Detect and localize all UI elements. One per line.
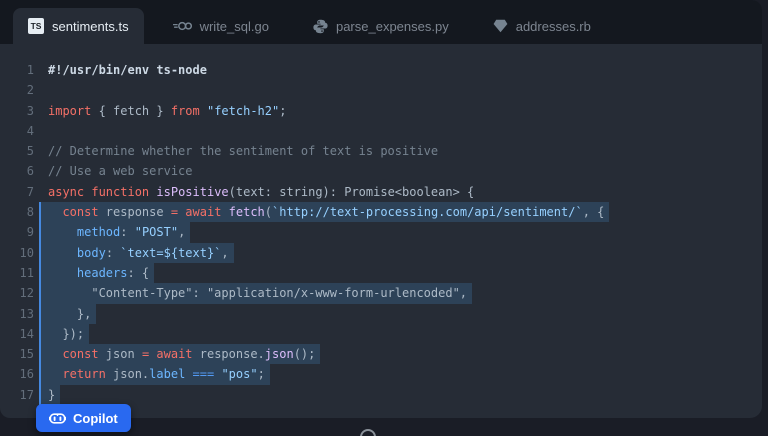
line-number: 4 bbox=[0, 121, 34, 141]
code-line: 1 #!/usr/bin/env ts-node bbox=[0, 60, 762, 80]
code-line: 16 return json.label === "pos"; bbox=[0, 364, 762, 384]
suggestion-highlight: } bbox=[39, 385, 60, 405]
code-line: 17} bbox=[0, 385, 762, 405]
tab-sentiments-ts[interactable]: TS sentiments.ts bbox=[13, 8, 144, 44]
typescript-icon: TS bbox=[28, 18, 44, 34]
copilot-suggested-code: }); bbox=[48, 324, 89, 344]
tab-bar: TS sentiments.ts write_sql.go parse_expense… bbox=[0, 0, 762, 44]
suggestion-highlight: }); bbox=[39, 324, 89, 344]
code-line: 11 headers: { bbox=[0, 263, 762, 283]
copilot-suggested-code: "Content-Type": "application/x-www-form-… bbox=[48, 283, 472, 303]
code-line: 6 // Use a web service bbox=[0, 161, 762, 181]
code-editor-window: TS sentiments.ts write_sql.go parse_expense… bbox=[0, 0, 762, 418]
tab-addresses-rb[interactable]: addresses.rb bbox=[478, 8, 606, 44]
code-text: import { fetch } from "fetch-h2"; bbox=[48, 101, 286, 121]
tab-label: parse_expenses.py bbox=[336, 19, 449, 34]
tab-label: sentiments.ts bbox=[52, 19, 129, 34]
line-number: 15 bbox=[0, 344, 34, 364]
line-number: 13 bbox=[0, 304, 34, 324]
code-line: 13 }, bbox=[0, 304, 762, 324]
code-editor[interactable]: 1 #!/usr/bin/env ts-node 23 import { fetch … bbox=[0, 44, 762, 405]
code-line: 9 method: "POST", bbox=[0, 222, 762, 242]
copilot-logo-partial bbox=[360, 429, 376, 436]
code-line: 8 const response = await fetch(`http://t… bbox=[0, 202, 762, 222]
tab-label: write_sql.go bbox=[200, 19, 269, 34]
copilot-suggested-code: } bbox=[48, 385, 60, 405]
tab-write-sql-go[interactable]: write_sql.go bbox=[158, 8, 284, 44]
copilot-suggested-code: method: "POST", bbox=[48, 222, 190, 242]
ruby-icon bbox=[493, 19, 508, 33]
line-number: 14 bbox=[0, 324, 34, 344]
tab-parse-expenses-py[interactable]: parse_expenses.py bbox=[298, 8, 464, 44]
copilot-suggested-code: }, bbox=[48, 304, 96, 324]
code-line: 12 "Content-Type": "application/x-www-fo… bbox=[0, 283, 762, 303]
copilot-icon bbox=[49, 411, 66, 426]
line-number: 9 bbox=[0, 222, 34, 242]
copilot-suggested-code: const json = await response.json(); bbox=[48, 344, 320, 364]
code-line: 5 // Determine whether the sentiment of t… bbox=[0, 141, 762, 161]
copilot-suggested-code: body: `text=${text}`, bbox=[48, 243, 234, 263]
line-number: 10 bbox=[0, 243, 34, 263]
line-number: 2 bbox=[0, 80, 34, 100]
code-line: 15 const json = await response.json(); bbox=[0, 344, 762, 364]
suggestion-highlight: return json.label === "pos"; bbox=[39, 364, 270, 384]
line-number: 8 bbox=[0, 202, 34, 222]
line-number: 17 bbox=[0, 385, 34, 405]
line-number: 6 bbox=[0, 161, 34, 181]
copilot-suggested-code: return json.label === "pos"; bbox=[48, 364, 270, 384]
code-text: // Determine whether the sentiment of te… bbox=[48, 141, 438, 161]
code-line: 14 }); bbox=[0, 324, 762, 344]
line-number: 16 bbox=[0, 364, 34, 384]
copilot-button-label: Copilot bbox=[73, 411, 118, 426]
suggestion-highlight: }, bbox=[39, 304, 96, 324]
suggestion-highlight: "Content-Type": "application/x-www-form-… bbox=[39, 283, 472, 303]
suggestion-highlight: const json = await response.json(); bbox=[39, 344, 320, 364]
line-number: 5 bbox=[0, 141, 34, 161]
code-text: #!/usr/bin/env ts-node bbox=[48, 60, 207, 80]
line-number: 11 bbox=[0, 263, 34, 283]
go-icon bbox=[173, 20, 192, 32]
copilot-suggested-code: const response = await fetch(`http://tex… bbox=[48, 202, 609, 222]
code-text: // Use a web service bbox=[48, 161, 193, 181]
line-number: 3 bbox=[0, 101, 34, 121]
python-icon bbox=[313, 19, 328, 34]
code-line: 4 bbox=[0, 121, 762, 141]
suggestion-highlight: body: `text=${text}`, bbox=[39, 243, 234, 263]
code-line: 2 bbox=[0, 80, 762, 100]
code-line: 10 body: `text=${text}`, bbox=[0, 243, 762, 263]
line-number: 7 bbox=[0, 182, 34, 202]
suggestion-highlight: method: "POST", bbox=[39, 222, 190, 242]
copilot-button[interactable]: Copilot bbox=[36, 404, 131, 432]
code-line: 3 import { fetch } from "fetch-h2"; bbox=[0, 101, 762, 121]
code-line: 7 async function isPositive(text: string)… bbox=[0, 182, 762, 202]
line-number: 12 bbox=[0, 283, 34, 303]
suggestion-highlight: const response = await fetch(`http://tex… bbox=[39, 202, 609, 222]
tab-label: addresses.rb bbox=[516, 19, 591, 34]
suggestion-highlight: headers: { bbox=[39, 263, 154, 283]
code-text: async function isPositive(text: string):… bbox=[48, 182, 474, 202]
line-number: 1 bbox=[0, 60, 34, 80]
copilot-suggested-code: headers: { bbox=[48, 263, 154, 283]
